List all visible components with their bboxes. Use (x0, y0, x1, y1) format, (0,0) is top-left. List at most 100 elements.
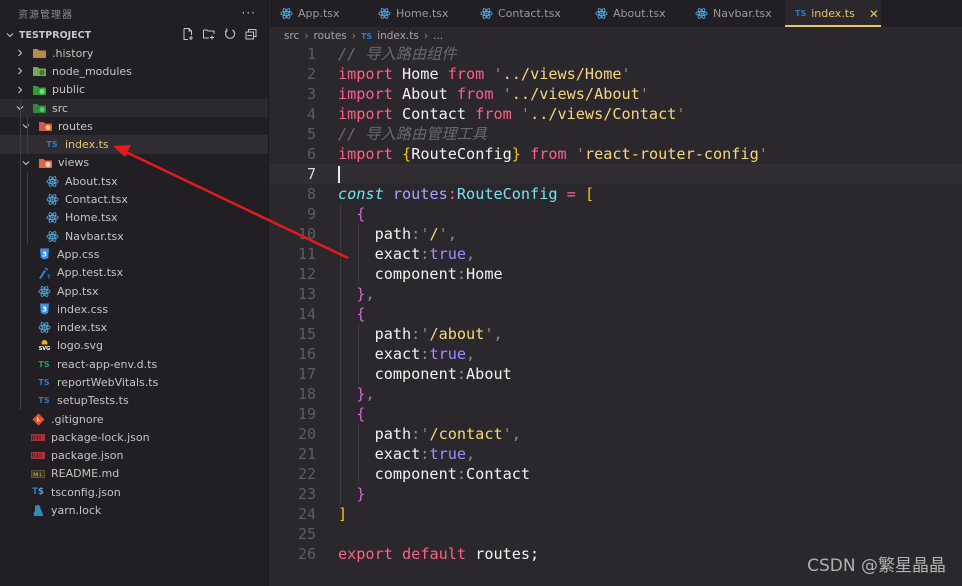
code-line[interactable]: 22 component:Contact (270, 464, 962, 484)
code-line[interactable]: 5 // 导入路由管理工具 (270, 124, 962, 144)
tree-file[interactable]: TS index.ts (0, 135, 268, 154)
editor-tab[interactable]: Contact.tsx (470, 0, 585, 27)
breadcrumb-file[interactable]: index.ts (377, 30, 419, 42)
code-line[interactable]: 23 } (270, 484, 962, 504)
line-content: export default routes; (338, 544, 539, 564)
breadcrumb-symbols[interactable]: ... (433, 30, 443, 42)
tree-file[interactable]: package-lock.json (0, 428, 268, 446)
line-content: // 导入路由管理工具 (338, 124, 487, 144)
chevron-right-icon[interactable] (14, 48, 26, 58)
react-icon (36, 285, 52, 297)
code-line[interactable]: 24] (270, 504, 962, 524)
tree-file[interactable]: .gitignore (0, 410, 268, 428)
code-line[interactable]: 13 }, (270, 284, 962, 304)
code-line[interactable]: 4 import Contact from '../views/Contact' (270, 104, 962, 124)
code-token: } (356, 485, 366, 503)
tree-file[interactable]: 3 index.css (0, 300, 268, 318)
breadcrumb-item[interactable]: src (284, 30, 299, 42)
tree-file[interactable]: yarn.lock (0, 501, 268, 519)
tree-item-label: reportWebVitals.ts (57, 375, 159, 389)
code-line[interactable]: 20 path:'/contact', (270, 424, 962, 444)
tree-file[interactable]: TS react-app-env.d.ts (0, 355, 268, 373)
line-number: 3 (306, 85, 316, 103)
code-line[interactable]: 25 (270, 524, 962, 544)
editor-tab[interactable]: Home.tsx (368, 0, 470, 27)
new-folder-button[interactable] (202, 27, 216, 41)
code-line[interactable]: 16 exact:true, (270, 344, 962, 364)
code-line[interactable]: 2 import Home from '../views/Home' (270, 64, 962, 84)
tree-file[interactable]: Navbar.tsx (0, 227, 268, 245)
code-line[interactable]: 10 path:'/', (270, 224, 962, 244)
tree-file[interactable]: TS setupTests.ts (0, 392, 268, 410)
code-line[interactable]: 11 exact:true, (270, 244, 962, 264)
more-actions-button[interactable]: ··· (242, 6, 256, 20)
breadcrumb-item[interactable]: routes (314, 30, 347, 42)
code-token: : (411, 425, 421, 443)
code-token: : (456, 365, 467, 383)
tree-folder[interactable]: public (0, 81, 268, 99)
tree-folder[interactable]: .history (0, 44, 268, 62)
project-row[interactable]: TESTPROJECT (0, 26, 268, 44)
refresh-button[interactable] (223, 27, 237, 41)
code-line[interactable]: 14 { (270, 304, 962, 324)
code-line[interactable]: 8 const routes:RouteConfig = [ (270, 184, 962, 204)
folder-history-icon (31, 47, 47, 59)
collapse-all-button[interactable] (244, 27, 258, 41)
code-line[interactable]: 1 // 导入路由组件 (270, 44, 962, 64)
code-token: path (338, 225, 412, 243)
code-line[interactable]: 17 component:About (270, 364, 962, 384)
editor-tab[interactable]: Navbar.tsx (685, 0, 785, 27)
line-content: component:Home (338, 264, 503, 284)
collapse-all-icon (245, 29, 257, 40)
react-icon (378, 7, 391, 20)
code-token: { (402, 145, 412, 163)
tree-file[interactable]: SVG logo.svg (0, 337, 268, 355)
code-line[interactable]: 9 { (270, 204, 962, 224)
tree-file[interactable]: index.tsx (0, 318, 268, 336)
tree-file[interactable]: TS reportWebVitals.ts (0, 373, 268, 391)
code-editor[interactable]: 1// 导入路由组件 2 import Home from '../views/Ho… (270, 44, 962, 564)
chevron-down-icon[interactable] (20, 158, 32, 168)
chevron-right-icon[interactable] (14, 85, 26, 95)
folder-src-icon (31, 102, 47, 114)
editor-tab[interactable]: TS index.ts ✕ (785, 0, 881, 27)
tree-file[interactable]: App.tsx (0, 282, 268, 300)
tree-file[interactable]: Home.tsx (0, 209, 268, 227)
chevron-down-icon (4, 30, 16, 40)
editor-tab[interactable]: App.tsx (270, 0, 368, 27)
tree-file[interactable]: TS App.test.tsx (0, 264, 268, 282)
code-token: : (411, 225, 421, 243)
close-icon[interactable]: ✕ (869, 7, 879, 21)
code-line[interactable]: 19 { (270, 404, 962, 424)
tree-file[interactable]: 3 App.css (0, 245, 268, 263)
tree-item-label: index.tsx (57, 321, 108, 335)
code-token: // 导入路由组件 (338, 45, 457, 63)
new-file-button[interactable] (181, 27, 195, 41)
tree-file[interactable]: About.tsx (0, 172, 268, 190)
indent-guide (27, 172, 28, 246)
tree-folder[interactable]: routes (0, 117, 268, 135)
code-line[interactable]: 12 component:Home (270, 264, 962, 284)
tree-item-label: .gitignore (51, 412, 104, 426)
chevron-right-icon[interactable] (14, 66, 26, 76)
code-token: = (566, 185, 576, 203)
tree-folder[interactable]: views (0, 154, 268, 172)
editor-tab[interactable]: About.tsx (585, 0, 685, 27)
code-line[interactable]: 21 exact:true, (270, 444, 962, 464)
chevron-down-icon[interactable] (20, 121, 32, 131)
tree-folder[interactable]: node_modules (0, 62, 268, 80)
line-number: 5 (306, 125, 316, 143)
code-line[interactable]: 6 import {RouteConfig} from 'react-router… (270, 144, 962, 164)
code-line[interactable]: 15 path:'/about', (270, 324, 962, 344)
tree-file[interactable]: Contact.tsx (0, 190, 268, 208)
line-number: 10 (297, 225, 316, 243)
code-line[interactable]: 3 import About from '../views/About' (270, 84, 962, 104)
tree-file[interactable]: package.json (0, 447, 268, 465)
tree-file[interactable]: M↓ README.md (0, 465, 268, 483)
code-line[interactable]: 7 (270, 164, 962, 184)
tree-folder[interactable]: src (0, 98, 268, 118)
tree-file[interactable]: T$ tsconfig.json (0, 483, 268, 501)
code-token: Contact (392, 105, 476, 123)
code-line[interactable]: 18 }, (270, 384, 962, 404)
code-token: } (511, 145, 521, 163)
